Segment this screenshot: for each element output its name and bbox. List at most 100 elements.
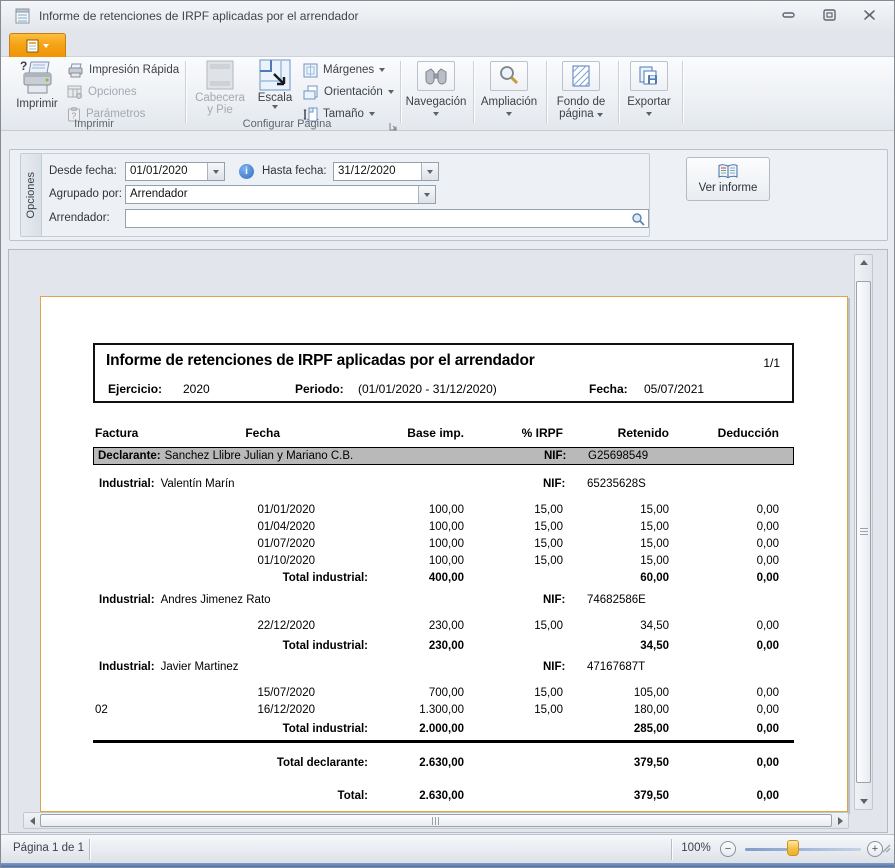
exportar-button[interactable]: Exportar xyxy=(614,61,684,116)
vertical-scrollbar[interactable] xyxy=(854,254,873,810)
ver-informe-button[interactable]: Ver informe xyxy=(686,157,770,201)
total-industrial-label: Total industrial: xyxy=(146,640,368,652)
total-deduccion: 0,00 xyxy=(669,757,779,769)
title-bar: Informe de retenciones de IRPF aplicadas… xyxy=(1,1,894,31)
file-menu-button[interactable] xyxy=(9,33,66,57)
industrial-label: Industrial: xyxy=(93,594,155,606)
arrow-right-icon xyxy=(838,817,843,825)
dialog-launcher-icon[interactable] xyxy=(389,118,398,136)
hasta-fecha-label: Hasta fecha: xyxy=(262,165,327,177)
nif-label: NIF: xyxy=(543,661,565,673)
chevron-down-icon xyxy=(43,44,49,48)
cell-irpf: 15,00 xyxy=(464,521,563,533)
ejercicio-label: Ejercicio: xyxy=(108,382,162,396)
horizontal-scrollbar-thumb[interactable] xyxy=(40,814,832,827)
cell-fecha: 15/07/2020 xyxy=(153,687,315,699)
printer-icon: ? xyxy=(19,59,55,97)
zoom-slider-thumb[interactable] xyxy=(787,840,799,856)
cell-irpf: 15,00 xyxy=(464,504,563,516)
agrupado-por-combo[interactable]: Arrendador xyxy=(125,185,436,204)
report-page-indicator: 1/1 xyxy=(763,356,780,370)
cell-factura: 02 xyxy=(93,704,153,716)
minimize-button[interactable] xyxy=(780,8,798,22)
imprimir-button[interactable]: ? Imprimir xyxy=(9,59,65,110)
agrupado-por-label: Agrupado por: xyxy=(49,188,122,200)
declarante-name: Sanchez Llibre Julian y Mariano C.B. xyxy=(161,450,354,462)
navegacion-label: Navegación xyxy=(406,96,467,108)
escala-button[interactable]: Escala xyxy=(252,59,298,109)
col-base: Base imp. xyxy=(315,426,464,440)
arrendador-field xyxy=(125,209,649,228)
nif-label: NIF: xyxy=(543,594,565,606)
resize-grip[interactable] xyxy=(882,844,891,856)
navegacion-button[interactable]: Navegación xyxy=(401,61,471,116)
arrow-left-icon xyxy=(30,817,35,825)
scroll-right-button[interactable] xyxy=(834,813,847,828)
total-retenido: 60,00 xyxy=(563,572,669,584)
table-row: 02 16/12/2020 1.300,00 15,00 180,00 0,00 xyxy=(93,701,794,718)
cell-fecha: 16/12/2020 xyxy=(153,704,315,716)
opciones-button[interactable]: Opciones xyxy=(67,82,137,102)
total-retenido: 285,00 xyxy=(563,723,669,735)
cabecera-pie-button[interactable]: Cabecera y Pie xyxy=(191,59,249,116)
hasta-fecha-combo[interactable]: 31/12/2020 xyxy=(333,162,439,181)
cell-retenido: 15,00 xyxy=(563,555,669,567)
fondo-pagina-label: Fondo de página xyxy=(551,96,611,120)
cell-irpf: 15,00 xyxy=(464,704,563,716)
cell-retenido: 180,00 xyxy=(563,704,669,716)
cell-deduccion: 0,00 xyxy=(669,538,779,550)
agrupado-por-dropdown-button[interactable] xyxy=(418,186,435,203)
industrial-label: Industrial: xyxy=(93,478,155,490)
opciones-side-tab[interactable]: Opciones xyxy=(21,154,42,236)
ribbon-tab-row xyxy=(1,31,894,57)
close-button[interactable] xyxy=(860,8,878,22)
ampliacion-button[interactable]: Ampliación xyxy=(474,61,544,116)
chevron-down-icon xyxy=(369,112,375,116)
col-fecha: Fecha xyxy=(153,426,315,440)
scroll-down-button[interactable] xyxy=(855,794,872,809)
desde-fecha-combo[interactable]: 01/01/2020 xyxy=(125,162,225,181)
opciones-label: Opciones xyxy=(88,86,137,98)
cell-base: 1.300,00 xyxy=(315,704,464,716)
table-row: 01/04/2020 100,00 15,00 15,00 0,00 xyxy=(93,518,794,535)
fondo-pagina-button[interactable]: Fondo de página xyxy=(546,61,616,120)
restore-button[interactable] xyxy=(820,8,838,22)
export-icon xyxy=(630,61,668,91)
invoice-rows: 15/07/2020 700,00 15,00 105,00 0,00 02 1… xyxy=(93,684,794,718)
grand-total-row: Total: 2.630,00 379,50 0,00 xyxy=(93,787,794,804)
desde-fecha-dropdown-button[interactable] xyxy=(207,163,224,180)
arrendador-input[interactable] xyxy=(126,210,628,227)
table-column-headers: Factura Fecha Base imp. % IRPF Retenido … xyxy=(93,426,794,440)
report-title: Informe de retenciones de IRPF aplicadas… xyxy=(106,352,535,370)
info-icon xyxy=(239,164,254,179)
scale-icon xyxy=(259,59,291,91)
quick-print-icon xyxy=(67,63,84,78)
cell-deduccion: 0,00 xyxy=(669,555,779,567)
svg-text:?: ? xyxy=(20,59,27,73)
zoom-slider-track[interactable] xyxy=(745,848,861,851)
hasta-fecha-dropdown-button[interactable] xyxy=(421,163,438,180)
window-bottom-edge xyxy=(1,863,894,867)
impresion-rapida-button[interactable]: Impresión Rápida xyxy=(67,60,179,80)
hasta-fecha-value: 31/12/2020 xyxy=(334,163,421,180)
invoice-rows: 01/01/2020 100,00 15,00 15,00 0,00 01/04… xyxy=(93,501,794,569)
section-divider xyxy=(93,740,794,743)
scroll-up-button[interactable] xyxy=(855,255,872,270)
orientacion-label: Orientación xyxy=(324,86,383,98)
zoom-out-button[interactable] xyxy=(720,841,736,857)
col-factura: Factura xyxy=(93,426,153,440)
total-industrial-row: Total industrial: 2.000,00 285,00 0,00 xyxy=(93,720,794,737)
chevron-down-icon xyxy=(506,112,512,116)
cell-fecha: 01/01/2020 xyxy=(153,504,315,516)
opciones-side-tab-label: Opciones xyxy=(25,172,37,218)
horizontal-scrollbar[interactable] xyxy=(23,812,849,829)
margenes-button[interactable]: Márgenes xyxy=(303,60,385,80)
scroll-left-button[interactable] xyxy=(26,813,39,828)
search-button[interactable] xyxy=(628,210,648,227)
open-book-icon xyxy=(718,164,738,180)
cell-retenido: 34,50 xyxy=(563,620,669,632)
industrial-nif: 65235628S xyxy=(587,478,646,490)
vertical-scrollbar-thumb[interactable] xyxy=(856,281,871,783)
orientacion-button[interactable]: Orientación xyxy=(303,82,394,102)
zoom-in-button[interactable] xyxy=(867,841,883,857)
